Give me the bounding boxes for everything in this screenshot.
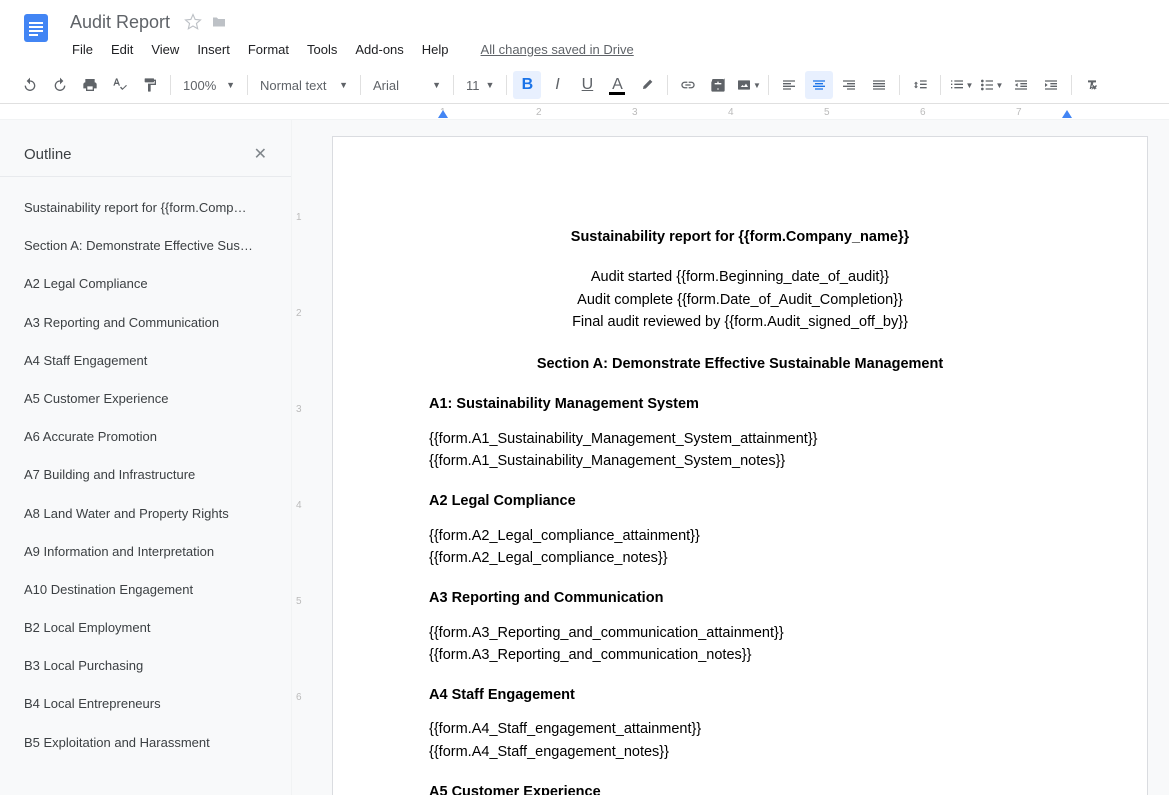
- right-indent-marker[interactable]: [1062, 110, 1072, 118]
- document-title[interactable]: Audit Report: [64, 10, 176, 35]
- align-justify-button[interactable]: [865, 71, 893, 99]
- outline-item[interactable]: Sustainability report for {{form.Comp…: [0, 189, 291, 227]
- header-bar: Audit Report File Edit View Insert Forma…: [0, 0, 1169, 61]
- paint-format-button[interactable]: [136, 71, 164, 99]
- doc-line: {{form.A1_Sustainability_Management_Syst…: [429, 429, 1051, 449]
- outline-item[interactable]: A3 Reporting and Communication: [0, 304, 291, 342]
- increase-indent-button[interactable]: [1037, 71, 1065, 99]
- menu-tools[interactable]: Tools: [299, 38, 345, 61]
- outline-item[interactable]: B3 Local Purchasing: [0, 647, 291, 685]
- outline-item[interactable]: A5 Customer Experience: [0, 380, 291, 418]
- outline-item[interactable]: A4 Staff Engagement: [0, 342, 291, 380]
- outline-item[interactable]: B5 Exploitation and Harassment: [0, 724, 291, 762]
- italic-button[interactable]: I: [543, 71, 571, 99]
- menu-file[interactable]: File: [64, 38, 101, 61]
- align-left-button[interactable]: [775, 71, 803, 99]
- link-button[interactable]: [674, 71, 702, 99]
- bullet-list-button[interactable]: ▼: [977, 71, 1005, 99]
- doc-meta-line: Final audit reviewed by {{form.Audit_sig…: [429, 312, 1051, 332]
- menu-view[interactable]: View: [143, 38, 187, 61]
- subsection-heading: A5 Customer Experience: [429, 782, 1051, 795]
- spellcheck-button[interactable]: [106, 71, 134, 99]
- menu-edit[interactable]: Edit: [103, 38, 141, 61]
- print-button[interactable]: [76, 71, 104, 99]
- comment-button[interactable]: [704, 71, 732, 99]
- underline-button[interactable]: U: [573, 71, 601, 99]
- decrease-indent-button[interactable]: [1007, 71, 1035, 99]
- outline-item[interactable]: A7 Building and Infrastructure: [0, 456, 291, 494]
- left-indent-marker[interactable]: [438, 110, 448, 118]
- outline-item[interactable]: B2 Local Employment: [0, 609, 291, 647]
- redo-button[interactable]: [46, 71, 74, 99]
- outline-item[interactable]: B4 Local Entrepreneurs: [0, 685, 291, 723]
- doc-meta-line: Audit started {{form.Beginning_date_of_a…: [429, 267, 1051, 287]
- doc-line: {{form.A2_Legal_compliance_notes}}: [429, 548, 1051, 568]
- title-area: Audit Report File Edit View Insert Forma…: [64, 8, 1153, 61]
- align-center-button[interactable]: [805, 71, 833, 99]
- toolbar: 100%▼ Normal text▼ Arial▼ 11▼ B I U A ▼ …: [0, 67, 1169, 104]
- subsection-heading: A2 Legal Compliance: [429, 491, 1051, 511]
- outline-item[interactable]: A9 Information and Interpretation: [0, 533, 291, 571]
- outline-item[interactable]: A8 Land Water and Property Rights: [0, 495, 291, 533]
- fontsize-dropdown[interactable]: 11▼: [460, 71, 500, 99]
- folder-icon[interactable]: [210, 13, 228, 31]
- zoom-dropdown[interactable]: 100%▼: [177, 71, 241, 99]
- doc-line: {{form.A3_Reporting_and_communication_no…: [429, 645, 1051, 665]
- subsection-heading: A4 Staff Engagement: [429, 685, 1051, 705]
- doc-line: {{form.A1_Sustainability_Management_Syst…: [429, 451, 1051, 471]
- doc-line: {{form.A4_Staff_engagement_notes}}: [429, 742, 1051, 762]
- subsection-heading: A1: Sustainability Management System: [429, 394, 1051, 414]
- clear-formatting-button[interactable]: [1078, 71, 1106, 99]
- line-spacing-button[interactable]: [906, 71, 934, 99]
- document-area[interactable]: 1 2 3 4 5 6 Sustainability report for {{…: [292, 120, 1169, 795]
- outline-item[interactable]: A6 Accurate Promotion: [0, 418, 291, 456]
- style-dropdown[interactable]: Normal text▼: [254, 71, 354, 99]
- text-color-button[interactable]: A: [603, 71, 631, 99]
- menu-insert[interactable]: Insert: [189, 38, 238, 61]
- doc-heading: Sustainability report for {{form.Company…: [429, 227, 1051, 247]
- star-icon[interactable]: [184, 13, 202, 31]
- document-page[interactable]: Sustainability report for {{form.Company…: [332, 136, 1148, 795]
- doc-line: {{form.A3_Reporting_and_communication_at…: [429, 623, 1051, 643]
- menu-addons[interactable]: Add-ons: [347, 38, 411, 61]
- horizontal-ruler[interactable]: 1 2 3 4 5 6 7: [0, 104, 1169, 120]
- outline-panel: Outline ✕ Sustainability report for {{fo…: [0, 120, 292, 795]
- doc-line: {{form.A4_Staff_engagement_attainment}}: [429, 719, 1051, 739]
- highlight-button[interactable]: [633, 71, 661, 99]
- bold-button[interactable]: B: [513, 71, 541, 99]
- menu-bar: File Edit View Insert Format Tools Add-o…: [64, 38, 1153, 61]
- subsection-heading: A3 Reporting and Communication: [429, 588, 1051, 608]
- doc-line: {{form.A2_Legal_compliance_attainment}}: [429, 526, 1051, 546]
- numbered-list-button[interactable]: ▼: [947, 71, 975, 99]
- image-button[interactable]: ▼: [734, 71, 762, 99]
- menu-help[interactable]: Help: [414, 38, 457, 61]
- section-a-heading: Section A: Demonstrate Effective Sustain…: [429, 354, 1051, 374]
- outline-item[interactable]: A10 Destination Engagement: [0, 571, 291, 609]
- outline-item[interactable]: Section A: Demonstrate Effective Sus…: [0, 227, 291, 265]
- vertical-ruler[interactable]: 1 2 3 4 5 6: [292, 120, 310, 795]
- font-dropdown[interactable]: Arial▼: [367, 71, 447, 99]
- outline-item[interactable]: A2 Legal Compliance: [0, 265, 291, 303]
- docs-logo[interactable]: [16, 8, 56, 48]
- menu-format[interactable]: Format: [240, 38, 297, 61]
- close-outline-button[interactable]: ✕: [254, 144, 267, 164]
- doc-meta-line: Audit complete {{form.Date_of_Audit_Comp…: [429, 290, 1051, 310]
- outline-title: Outline: [24, 146, 72, 163]
- undo-button[interactable]: [16, 71, 44, 99]
- align-right-button[interactable]: [835, 71, 863, 99]
- save-status[interactable]: All changes saved in Drive: [473, 38, 642, 61]
